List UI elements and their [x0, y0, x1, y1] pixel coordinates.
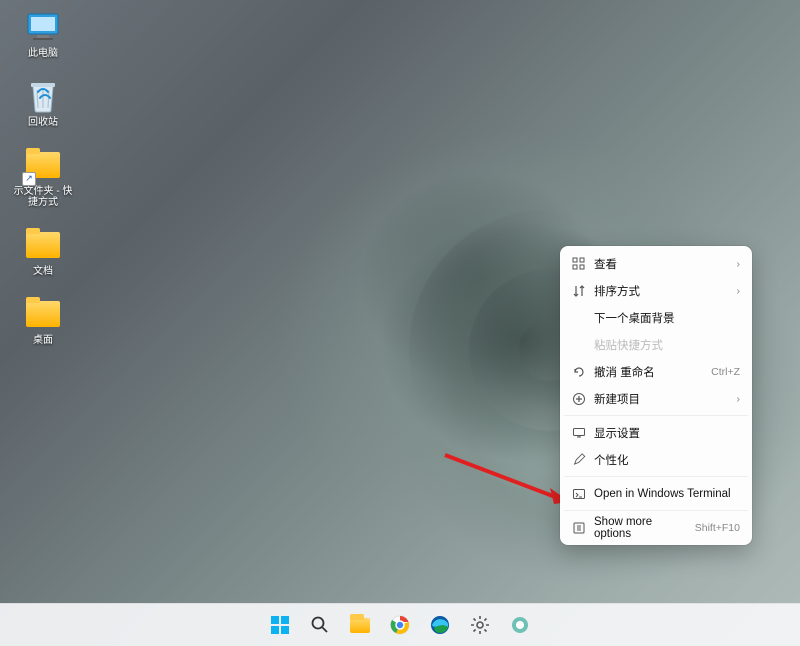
desktop-icon-label: 桌面 — [33, 335, 53, 346]
menu-shortcut: Ctrl+Z — [711, 366, 740, 378]
menu-label: 新建项目 — [594, 391, 731, 407]
menu-item-paste-shortcut: 粘贴快捷方式 — [560, 331, 752, 358]
view-icon — [570, 257, 588, 271]
app-button[interactable] — [508, 613, 532, 637]
menu-item-show-more[interactable]: Show more options Shift+F10 — [560, 514, 752, 541]
menu-item-terminal[interactable]: Open in Windows Terminal — [560, 480, 752, 507]
display-icon — [570, 426, 588, 440]
taskbar — [0, 603, 800, 646]
menu-label: 粘贴快捷方式 — [594, 337, 740, 353]
desktop-icon-label: 文档 — [33, 266, 53, 277]
desktop-icon-folder-1[interactable]: 文档 — [8, 226, 78, 277]
menu-item-display-settings[interactable]: 显示设置 — [560, 419, 752, 446]
shortcut-arrow-icon: ↗ — [22, 172, 36, 186]
more-icon — [570, 521, 588, 535]
new-icon — [570, 392, 588, 406]
chevron-right-icon: › — [737, 258, 741, 270]
desktop-icons: 此电脑 回收站 ↗ 示文件夹 - 快捷方式 文档 桌面 — [8, 8, 78, 346]
menu-item-personalize[interactable]: 个性化 — [560, 446, 752, 473]
menu-item-sort[interactable]: 排序方式 › — [560, 277, 752, 304]
menu-separator — [564, 415, 748, 416]
menu-label: 撤消 重命名 — [594, 364, 705, 380]
menu-item-next-wallpaper[interactable]: 下一个桌面背景 — [560, 304, 752, 331]
menu-label: 排序方式 — [594, 283, 731, 299]
sort-icon — [570, 284, 588, 298]
settings-button[interactable] — [468, 613, 492, 637]
this-pc-icon — [24, 8, 62, 46]
start-button[interactable] — [268, 613, 292, 637]
menu-label: Show more options — [594, 516, 689, 540]
desktop-icon-folder-2[interactable]: 桌面 — [8, 295, 78, 346]
desktop-icon-recycle-bin[interactable]: 回收站 — [8, 77, 78, 128]
terminal-icon — [570, 487, 588, 501]
folder-icon — [24, 295, 62, 333]
folder-icon — [24, 226, 62, 264]
menu-label: 显示设置 — [594, 425, 740, 441]
menu-item-new[interactable]: 新建项目 › — [560, 385, 752, 412]
menu-item-undo[interactable]: 撤消 重命名 Ctrl+Z — [560, 358, 752, 385]
desktop-icon-label: 示文件夹 - 快捷方式 — [10, 186, 76, 208]
chevron-right-icon: › — [737, 393, 741, 405]
folder-icon: ↗ — [24, 146, 62, 184]
menu-shortcut: Shift+F10 — [695, 522, 740, 534]
desktop-icon-this-pc[interactable]: 此电脑 — [8, 8, 78, 59]
edge-button[interactable] — [428, 613, 452, 637]
recycle-bin-icon — [24, 77, 62, 115]
menu-label: Open in Windows Terminal — [594, 488, 740, 500]
menu-item-view[interactable]: 查看 › — [560, 250, 752, 277]
menu-label: 个性化 — [594, 452, 740, 468]
desktop-icon-label: 回收站 — [28, 117, 58, 128]
file-explorer-button[interactable] — [348, 613, 372, 637]
desktop-context-menu: 查看 › 排序方式 › 下一个桌面背景 粘贴快捷方式 撤消 重命名 Ctrl+Z… — [560, 246, 752, 545]
chevron-right-icon: › — [737, 285, 741, 297]
search-button[interactable] — [308, 613, 332, 637]
desktop-icon-label: 此电脑 — [28, 48, 58, 59]
personalize-icon — [570, 453, 588, 467]
menu-label: 下一个桌面背景 — [594, 310, 740, 326]
undo-icon — [570, 365, 588, 379]
menu-label: 查看 — [594, 256, 731, 272]
menu-separator — [564, 510, 748, 511]
menu-separator — [564, 476, 748, 477]
desktop-icon-folder-shortcut[interactable]: ↗ 示文件夹 - 快捷方式 — [8, 146, 78, 208]
chrome-button[interactable] — [388, 613, 412, 637]
